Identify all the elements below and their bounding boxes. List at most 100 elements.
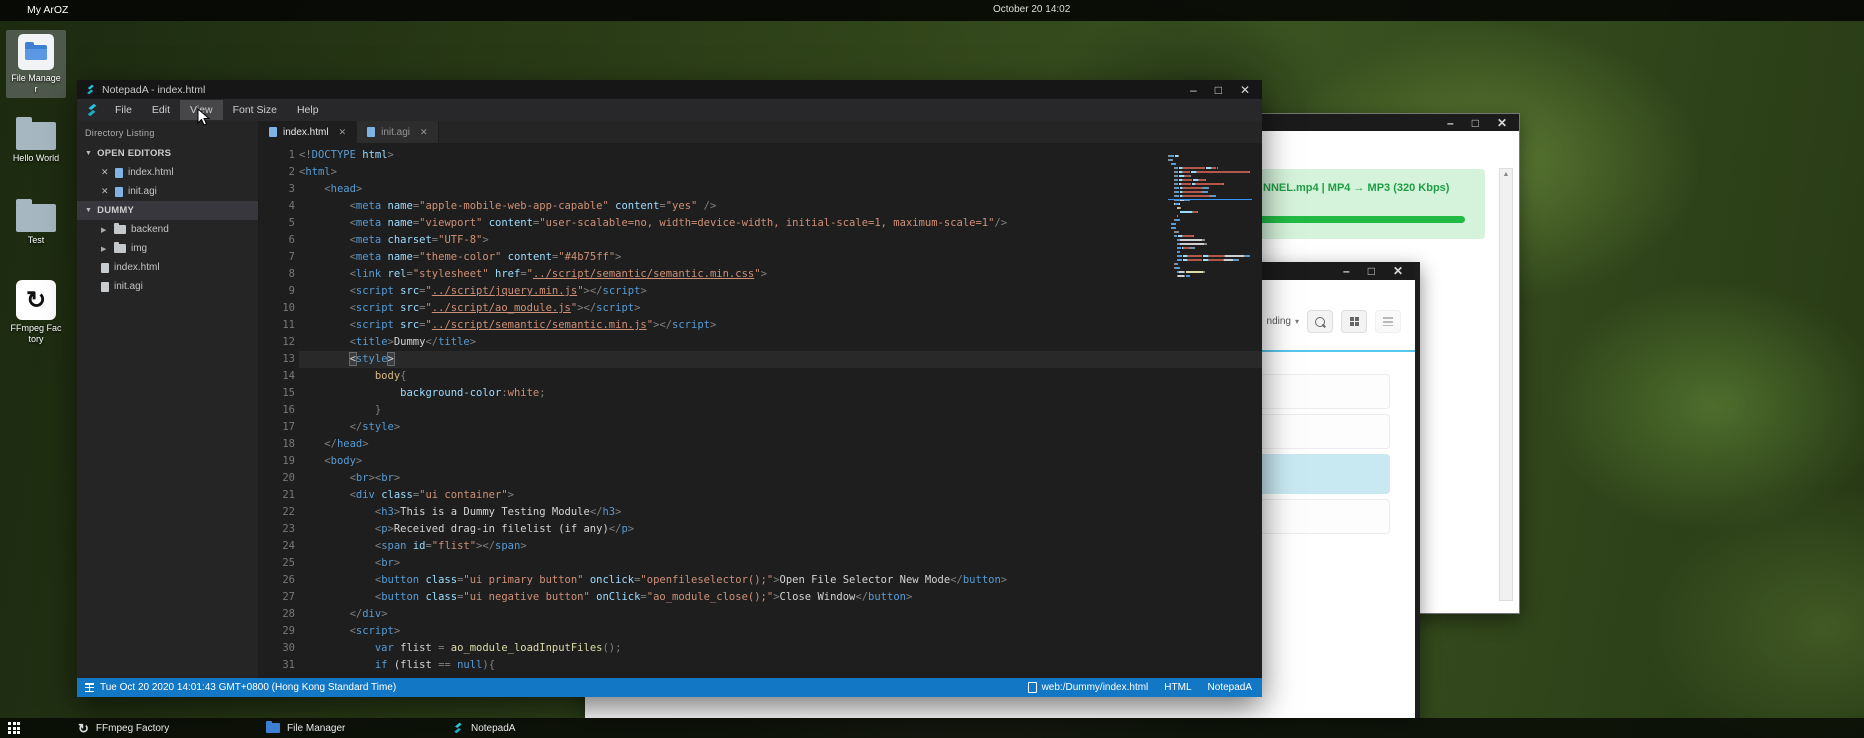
desktop-icon-file-manager[interactable]: File Manager xyxy=(6,30,66,98)
taskbar-item-notepada[interactable]: NotepadA xyxy=(452,718,515,738)
code-line[interactable]: </div> xyxy=(299,606,1262,623)
close-tab-icon[interactable]: ✕ xyxy=(420,127,428,138)
menu-item-font-size[interactable]: Font Size xyxy=(223,100,287,120)
desktop: My ArOZ October 20 14:02 File ManagerHel… xyxy=(0,0,1864,738)
code-line[interactable]: <script src="../script/ao_module.js"></s… xyxy=(299,300,1262,317)
code-line[interactable]: <script src="../script/semantic/semantic… xyxy=(299,317,1262,334)
code-line[interactable]: <br><br> xyxy=(299,470,1262,487)
code-line[interactable]: <button class="ui negative button" onCli… xyxy=(299,589,1262,606)
tree-item-init.agi[interactable]: ✕init.agi xyxy=(77,182,258,201)
grid-view-button[interactable] xyxy=(1341,310,1367,333)
file-manager-toolbar: nding ▾ xyxy=(1267,310,1401,333)
tree-item-backend[interactable]: ▶backend xyxy=(77,220,258,239)
close-file-icon[interactable]: ✕ xyxy=(101,186,110,197)
desktop-icon-ffmpeg-factory[interactable]: ↻FFmpeg Factory xyxy=(6,280,66,345)
line-number: 29 xyxy=(259,623,299,640)
close-button[interactable]: ✕ xyxy=(1497,117,1507,129)
tree-item-index.html[interactable]: index.html xyxy=(77,258,258,277)
maximize-button[interactable]: □ xyxy=(1472,117,1479,129)
menu-item-file[interactable]: File xyxy=(105,100,142,120)
close-tab-icon[interactable]: ✕ xyxy=(339,127,347,138)
menu-item-view[interactable]: View xyxy=(180,100,223,120)
notepada-window[interactable]: NotepadA - index.html –□✕ FileEditViewFo… xyxy=(77,80,1262,697)
code-line[interactable]: <link rel="stylesheet" href="../script/s… xyxy=(299,266,1262,283)
code-line[interactable]: <head> xyxy=(299,181,1262,198)
code-line[interactable]: </style> xyxy=(299,419,1262,436)
code-line[interactable]: <meta name="viewport" content="user-scal… xyxy=(299,215,1262,232)
conversion-task-label: NNEL.mp4 | MP4 → MP3 (320 Kbps) xyxy=(1263,182,1449,194)
tree-item-index.html[interactable]: ✕index.html xyxy=(77,163,258,182)
code-lines[interactable]: <!DOCTYPE html><html> <head> <meta name=… xyxy=(299,147,1262,678)
maximize-button[interactable]: □ xyxy=(1215,84,1222,96)
scroll-up-icon[interactable]: ▲ xyxy=(1500,171,1512,178)
notepada-titlebar[interactable]: NotepadA - index.html –□✕ xyxy=(77,80,1262,99)
desktop-icon-hello-world[interactable]: Hello World xyxy=(6,122,66,164)
code-line[interactable]: <script> xyxy=(299,623,1262,640)
line-number: 10 xyxy=(259,300,299,317)
directory-sidebar: Directory Listing ▼OPEN EDITORS✕index.ht… xyxy=(77,121,259,678)
minimap-line xyxy=(1168,201,1252,203)
minimize-button[interactable]: – xyxy=(1343,265,1350,277)
tree-section-label: OPEN EDITORS xyxy=(97,148,171,159)
close-button[interactable]: ✕ xyxy=(1240,84,1250,96)
code-line[interactable]: <br> xyxy=(299,555,1262,572)
tree-item-img[interactable]: ▶img xyxy=(77,239,258,258)
code-line[interactable]: <meta name="theme-color" content="#4b75f… xyxy=(299,249,1262,266)
minimap-line xyxy=(1168,237,1252,239)
maximize-button[interactable]: □ xyxy=(1368,265,1375,277)
taskbar-item-ffmpeg-factory[interactable]: ↻FFmpeg Factory xyxy=(78,718,169,738)
desktop-icon-test[interactable]: Test xyxy=(6,204,66,246)
code-line[interactable]: background-color:white; xyxy=(299,385,1262,402)
code-line[interactable]: <div class="ui container"> xyxy=(299,487,1262,504)
tree-section-open-editors[interactable]: ▼OPEN EDITORS xyxy=(77,144,258,163)
code-line[interactable]: <html> xyxy=(299,164,1262,181)
file-icon xyxy=(115,168,123,178)
close-button[interactable]: ✕ xyxy=(1393,265,1403,277)
code-line[interactable]: <button class="ui primary button" onclic… xyxy=(299,572,1262,589)
tree-item-init.agi[interactable]: init.agi xyxy=(77,277,258,296)
code-line[interactable]: <title>Dummy</title> xyxy=(299,334,1262,351)
notepada-statusbar: Tue Oct 20 2020 14:01:43 GMT+0800 (Hong … xyxy=(77,678,1262,697)
minimap-line xyxy=(1168,205,1252,207)
aroz-start-menu[interactable]: My ArOZ xyxy=(27,4,68,16)
folder-icon xyxy=(114,244,126,253)
notepada-menubar: FileEditViewFont SizeHelp xyxy=(77,99,1262,121)
code-line[interactable]: <body> xyxy=(299,453,1262,470)
tab-index.html[interactable]: index.html✕ xyxy=(259,121,357,143)
code-line[interactable]: <h3>This is a Dummy Testing Module</h3> xyxy=(299,504,1262,521)
code-line[interactable]: } xyxy=(299,402,1262,419)
minimap-line xyxy=(1168,221,1252,223)
line-number: 18 xyxy=(259,436,299,453)
minimize-button[interactable]: – xyxy=(1447,117,1454,129)
code-line[interactable]: <!DOCTYPE html> xyxy=(299,147,1262,164)
minimap[interactable] xyxy=(1168,149,1252,273)
ffmpeg-scrollbar[interactable]: ▲ xyxy=(1499,168,1513,601)
app-launcher-button[interactable] xyxy=(8,722,20,734)
code-line[interactable]: var flist = ao_module_loadInputFiles(); xyxy=(299,640,1262,657)
tree-section-dummy[interactable]: ▼DUMMY xyxy=(77,201,258,220)
code-line[interactable]: <span id="flist"></span> xyxy=(299,538,1262,555)
taskbar-item-file-manager[interactable]: File Manager xyxy=(266,718,345,738)
code-line[interactable]: </head> xyxy=(299,436,1262,453)
tab-init.agi[interactable]: init.agi✕ xyxy=(357,121,438,143)
sort-dropdown[interactable]: nding ▾ xyxy=(1267,316,1299,327)
close-file-icon[interactable]: ✕ xyxy=(101,167,110,178)
search-button[interactable] xyxy=(1307,310,1333,333)
code-line[interactable]: body{ xyxy=(299,368,1262,385)
code-line[interactable]: <meta name="apple-mobile-web-app-capable… xyxy=(299,198,1262,215)
status-path: web:/Dummy/index.html xyxy=(1042,682,1149,693)
code-line[interactable]: if (flist == null){ xyxy=(299,657,1262,674)
list-view-button[interactable] xyxy=(1375,310,1401,333)
chevron-right-icon[interactable]: ▶ xyxy=(101,245,109,253)
menu-item-edit[interactable]: Edit xyxy=(142,100,180,120)
minimize-button[interactable]: – xyxy=(1190,84,1197,96)
code-line[interactable]: <style> xyxy=(299,351,1262,368)
code-line[interactable]: <meta charset="UTF-8"> xyxy=(299,232,1262,249)
menu-item-help[interactable]: Help xyxy=(287,100,329,120)
code-line[interactable]: <p>Received drag-in filelist (if any)</p… xyxy=(299,521,1262,538)
code-area[interactable]: 1234567891011121314151617181920212223242… xyxy=(259,143,1262,678)
chevron-right-icon[interactable]: ▶ xyxy=(101,226,109,234)
line-number: 11 xyxy=(259,317,299,334)
calendar-icon xyxy=(85,683,94,692)
code-line[interactable]: <script src="../script/jquery.min.js"></… xyxy=(299,283,1262,300)
